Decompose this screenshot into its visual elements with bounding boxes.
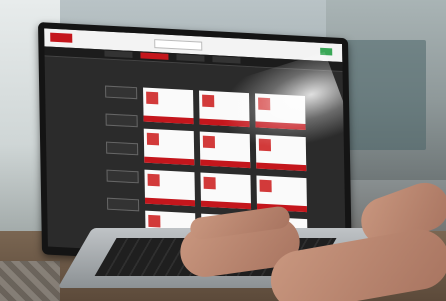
product-card[interactable]	[144, 169, 196, 207]
product-thumbnail	[203, 176, 216, 190]
search-bar[interactable]	[154, 39, 203, 51]
nav-tab[interactable]	[176, 54, 205, 62]
product-thumbnail	[259, 179, 272, 193]
site-logo	[50, 32, 73, 43]
nav-tab[interactable]	[104, 50, 133, 58]
photo-scene	[0, 0, 446, 301]
product-card-button[interactable]	[144, 156, 195, 166]
product-thumbnail	[146, 91, 159, 105]
product-thumbnail	[146, 132, 160, 146]
product-card-button[interactable]	[143, 115, 194, 125]
product-card[interactable]	[143, 128, 195, 166]
filter-sidebar	[105, 85, 140, 228]
nav-tab-active[interactable]	[140, 52, 169, 60]
metal-parts	[0, 261, 60, 301]
filter-box[interactable]	[105, 113, 138, 128]
filter-box[interactable]	[106, 141, 139, 156]
filter-box[interactable]	[106, 197, 140, 212]
product-card-button[interactable]	[144, 197, 196, 207]
filter-box[interactable]	[105, 85, 138, 100]
nav-tab[interactable]	[212, 56, 241, 64]
filter-box[interactable]	[106, 169, 139, 184]
product-card[interactable]	[143, 87, 194, 125]
product-thumbnail	[147, 173, 160, 187]
product-card-button[interactable]	[200, 200, 252, 210]
product-thumbnail	[148, 214, 161, 228]
